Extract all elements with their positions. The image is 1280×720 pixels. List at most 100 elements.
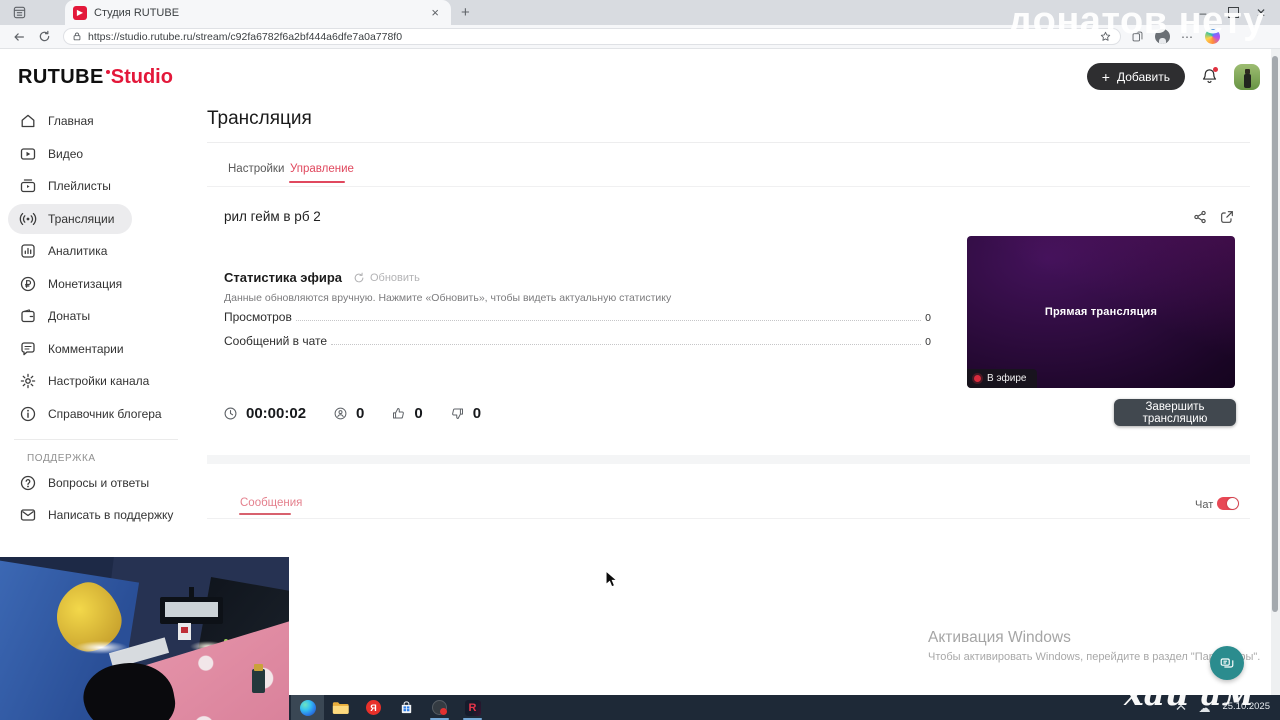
mouse-cursor xyxy=(605,570,618,589)
live-dot xyxy=(974,375,981,382)
widget-chat-icon xyxy=(1220,658,1234,668)
sidebar-divider xyxy=(14,438,178,440)
home-icon xyxy=(19,112,37,130)
store-icon xyxy=(401,701,412,714)
live-metrics-row: 00:00:02 0 0 0 xyxy=(223,405,508,422)
r-app-icon: R xyxy=(464,699,481,716)
donations-wallet-icon xyxy=(19,307,37,325)
divider xyxy=(207,518,1250,519)
game-capture-overlay xyxy=(0,557,289,720)
tab-title: Студия RUTUBE xyxy=(94,6,180,19)
back-button[interactable] xyxy=(12,30,26,44)
section-gap xyxy=(207,455,1250,464)
sidebar-item-faq[interactable]: Вопросы и ответы xyxy=(8,468,167,498)
stream-preview[interactable]: Прямая трансляция В эфире xyxy=(967,236,1235,388)
messages-tab-underline xyxy=(239,513,291,515)
avatar[interactable] xyxy=(1234,63,1260,90)
stream-caption-top: донатов нету xyxy=(1008,0,1265,42)
likes-metric: 0 xyxy=(391,405,423,422)
stream-caption-bottom: хай ам xyxy=(1124,674,1254,713)
tab-messages[interactable]: Сообщения xyxy=(240,497,302,509)
screen: ▶ Студия RUTUBE × + – ✕ https://studio.r… xyxy=(0,0,1280,720)
sidebar-item-comments[interactable]: Комментарии xyxy=(8,334,142,364)
tab-close-icon[interactable]: × xyxy=(427,4,443,21)
new-tab-button[interactable]: + xyxy=(461,5,470,20)
playlists-icon xyxy=(19,177,37,195)
plus-icon: + xyxy=(1101,68,1110,85)
chat-toggle-label: Чат xyxy=(1195,499,1214,511)
dislikes-metric: 0 xyxy=(450,405,481,422)
stats-heading: Статистика эфира xyxy=(224,270,342,285)
viewers-icon xyxy=(333,406,348,421)
sidebar-item-videos[interactable]: Видео xyxy=(8,139,101,169)
url-text: https://studio.rutube.ru/stream/c92fa678… xyxy=(88,30,403,43)
video-icon xyxy=(19,145,37,163)
taskbar-r-app-button[interactable]: R xyxy=(456,695,489,720)
taskbar-recorder-button[interactable] xyxy=(423,695,456,720)
game-sign-board xyxy=(160,597,223,624)
analytics-icon xyxy=(19,242,37,260)
taskbar-explorer-button[interactable] xyxy=(324,695,357,720)
rutube-favicon-icon: ▶ xyxy=(73,5,87,20)
stat-row-views: Просмотров 0 xyxy=(224,310,931,324)
mail-icon xyxy=(19,506,37,524)
sidebar: Главная Видео Плейлисты Трансляции Анали… xyxy=(0,104,196,533)
question-icon xyxy=(19,474,37,492)
sidebar-item-playlists[interactable]: Плейлисты xyxy=(8,171,129,201)
refresh-icon xyxy=(354,272,364,282)
like-icon xyxy=(391,406,406,421)
stream-title: рил гейм в рб 2 xyxy=(224,209,321,224)
sidebar-item-monetization[interactable]: Монетизация xyxy=(8,269,140,299)
recorder-icon xyxy=(432,700,447,715)
toggle-knob xyxy=(1227,498,1238,509)
clock-icon xyxy=(223,406,238,421)
sidebar-item-contact-support[interactable]: Написать в поддержку xyxy=(8,500,191,530)
refresh-button[interactable] xyxy=(38,30,51,43)
stat-row-chat-messages: Сообщений в чате 0 xyxy=(224,334,931,348)
tab-manage[interactable]: Управление xyxy=(290,163,354,175)
comments-icon xyxy=(19,340,37,358)
monetization-icon xyxy=(19,275,37,293)
sidebar-item-channel-settings[interactable]: Настройки канала xyxy=(8,366,167,396)
info-icon xyxy=(19,405,37,423)
stats-note: Данные обновляются вручную. Нажмите «Обн… xyxy=(224,292,672,304)
end-broadcast-button[interactable]: Завершить трансляцию xyxy=(1114,399,1236,426)
divider xyxy=(207,186,1250,187)
tab-settings[interactable]: Настройки xyxy=(228,163,284,175)
browser-tab[interactable]: ▶ Студия RUTUBE × xyxy=(65,0,451,25)
chat-toggle[interactable] xyxy=(1217,497,1239,510)
duration-metric: 00:00:02 xyxy=(223,405,306,422)
taskbar-edge-button[interactable] xyxy=(291,695,324,720)
rutube-studio-logo: RUTUBE Studio xyxy=(18,66,173,88)
sidebar-item-broadcasts[interactable]: Трансляции xyxy=(8,203,133,234)
gear-icon xyxy=(19,372,37,390)
divider xyxy=(207,142,1250,143)
taskbar-store-button[interactable] xyxy=(390,695,423,720)
on-air-badge: В эфире xyxy=(967,369,1037,388)
game-heart-note xyxy=(178,623,191,640)
taskbar-yandex-button[interactable]: Я xyxy=(357,695,390,720)
sidebar-item-blogger-guide[interactable]: Справочник блогера xyxy=(8,399,180,429)
sidebar-item-home[interactable]: Главная xyxy=(8,106,112,136)
broadcast-icon xyxy=(19,210,37,228)
game-light-glow xyxy=(74,641,128,654)
sidebar-item-donations[interactable]: Донаты xyxy=(8,301,108,331)
lock-icon xyxy=(72,31,82,42)
address-bar[interactable]: https://studio.rutube.ru/stream/c92fa678… xyxy=(63,28,1121,45)
main-content: Трансляция Настройки Управление рил гейм… xyxy=(207,104,1250,695)
notifications-bell-icon[interactable] xyxy=(1200,67,1219,86)
tab-list-icon[interactable] xyxy=(12,5,27,20)
dislike-icon xyxy=(450,406,465,421)
share-icon[interactable] xyxy=(1192,209,1208,225)
active-tab-underline xyxy=(289,181,345,183)
viewers-metric: 0 xyxy=(333,405,364,422)
refresh-stats-button[interactable]: Обновить xyxy=(353,272,420,284)
support-section-label: ПОДДЕРЖКА xyxy=(27,452,96,464)
scrollbar-thumb[interactable] xyxy=(1272,56,1278,612)
add-button[interactable]: + Добавить xyxy=(1086,63,1185,90)
sidebar-item-analytics[interactable]: Аналитика xyxy=(8,236,125,266)
external-link-icon[interactable] xyxy=(1219,209,1235,225)
dotted-leader xyxy=(331,344,922,345)
page-title: Трансляция xyxy=(207,108,312,129)
notification-dot xyxy=(1213,67,1218,72)
